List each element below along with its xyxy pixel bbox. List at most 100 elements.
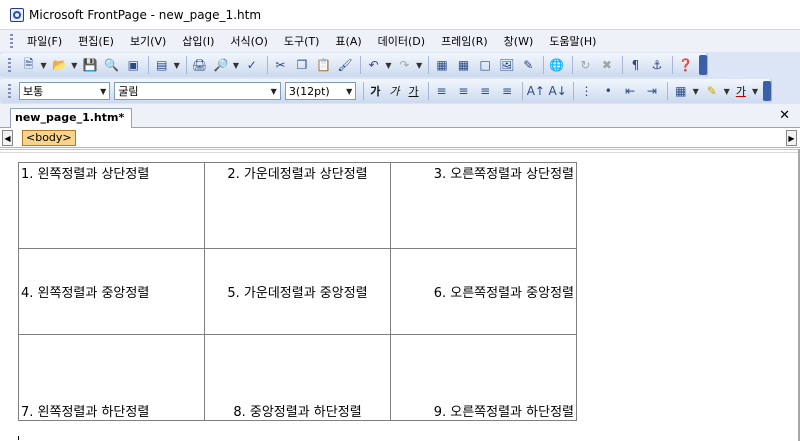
hyperlink-icon[interactable]: 🌐 [547,55,567,75]
bullet-list-icon[interactable]: • [598,81,618,101]
body-tag-selector[interactable]: <body> [22,130,76,146]
menu-window[interactable]: 창(W) [498,31,540,51]
open-dropdown-icon[interactable]: ▼ [71,61,77,70]
table-cell[interactable]: 1. 왼쪽정렬과 상단정렬 [18,162,205,249]
table-cell[interactable]: 9. 오른쪽정렬과 하단정렬 [390,334,577,421]
chevron-left-icon[interactable]: ◀ [2,130,13,146]
font-select[interactable]: 굴림 ▼ [114,82,281,100]
menu-insert[interactable]: 삽입(I) [176,31,220,51]
toolbar-grip-handle[interactable] [8,58,11,72]
toolbar-separator [671,56,673,74]
search-icon[interactable]: 🔍 [102,55,122,75]
table-row: 7. 왼쪽정렬과 하단정렬 8. 중앙정렬과 하단정렬 9. 오른쪽정렬과 하단… [18,334,577,421]
menu-tools[interactable]: 도구(T) [278,31,326,51]
alignment-table[interactable]: 1. 왼쪽정렬과 상단정렬 2. 가운데정렬과 상단정렬 3. 오른쪽정렬과 상… [18,162,577,421]
table-cell[interactable]: 2. 가운데정렬과 상단정렬 [204,162,391,249]
menu-edit[interactable]: 편집(E) [72,31,120,51]
window-title: Microsoft FrontPage - new_page_1.htm [29,7,262,22]
highlight-icon[interactable]: ✎ [702,81,722,101]
preview-icon[interactable]: 🔎 [211,55,231,75]
table-cell[interactable]: 3. 오른쪽정렬과 상단정렬 [390,162,577,249]
table-cell[interactable]: 5. 가운데정렬과 중앙정렬 [204,248,391,335]
font-color-button[interactable]: 가 [733,83,749,99]
font-color-dropdown-icon[interactable]: ▼ [752,87,758,96]
toolbar-grip-handle[interactable] [8,84,11,98]
font-size-select-value: 3(12pt) [288,84,330,98]
redo-dropdown-icon[interactable]: ▼ [416,61,422,70]
table-cell[interactable]: 6. 오른쪽정렬과 중앙정렬 [390,248,577,335]
menu-help[interactable]: 도움말(H) [543,31,602,51]
numbered-list-icon[interactable]: ⋮ [577,81,597,101]
design-view-editor[interactable]: 1. 왼쪽정렬과 상단정렬 2. 가운데정렬과 상단정렬 3. 오른쪽정렬과 상… [0,149,800,441]
new-page-icon[interactable]: 🗎 [19,55,39,75]
toolbar-separator [148,56,150,74]
print-icon[interactable]: 🖨 [190,55,210,75]
insert-picture-icon[interactable]: 🖼 [497,55,517,75]
quick-tag-bar: ◀ <body> ▶ [0,128,800,148]
underline-button[interactable]: 가 [406,83,422,99]
increase-font-icon[interactable]: A↑ [526,81,546,101]
align-right-icon[interactable]: ≡ [475,81,495,101]
table-cell[interactable]: 7. 왼쪽정렬과 하단정렬 [18,334,205,421]
frontpage-app-icon[interactable] [10,7,24,22]
table-cell[interactable]: 8. 중앙정렬과 하단정렬 [204,334,391,421]
new-dropdown-icon[interactable]: ▼ [41,61,47,70]
toolbar-separator [266,56,268,74]
stop-icon[interactable]: ✖ [597,55,617,75]
title-bar: Microsoft FrontPage - new_page_1.htm [0,0,800,30]
toolbar-options-icon[interactable] [699,55,708,75]
highlight-dropdown-icon[interactable]: ▼ [724,87,730,96]
redo-icon[interactable]: ↷ [395,55,415,75]
decrease-indent-icon[interactable]: ⇤ [620,81,640,101]
close-icon[interactable]: ✕ [779,108,790,123]
insert-table-icon[interactable]: ▦ [454,55,474,75]
font-size-select[interactable]: 3(12pt) ▼ [284,82,357,100]
show-formatting-icon[interactable]: ¶ [626,55,646,75]
increase-indent-icon[interactable]: ⇥ [642,81,662,101]
chevron-down-icon: ▼ [346,86,353,96]
italic-button[interactable]: 가 [386,83,402,99]
bold-button[interactable]: 가 [367,83,383,99]
justify-icon[interactable]: ≡ [497,81,517,101]
style-select[interactable]: 보통 ▼ [18,82,111,100]
undo-dropdown-icon[interactable]: ▼ [385,61,391,70]
menu-view[interactable]: 보기(V) [124,31,172,51]
borders-dropdown-icon[interactable]: ▼ [693,87,699,96]
menu-data[interactable]: 데이터(D) [372,31,431,51]
spelling-icon[interactable]: ✓ [242,55,262,75]
tab-new-page[interactable]: new_page_1.htm* [10,108,132,128]
help-icon[interactable]: ❓ [676,55,696,75]
formatting-toolbar-row: 보통 ▼ 굴림 ▼ 3(12pt) ▼ 가 가 가 ≡ ≡ ≡ ≡ A↑ A↓ … [0,78,800,104]
open-folder-icon[interactable]: 📂 [50,55,70,75]
pane-dropdown-icon[interactable]: ▼ [174,61,180,70]
table-cell[interactable]: 4. 왼쪽정렬과 중앙정렬 [18,248,205,335]
chevron-right-icon[interactable]: ▶ [786,130,797,146]
menu-grip-handle[interactable] [10,34,13,48]
publish-icon[interactable]: ▣ [124,55,144,75]
menu-format[interactable]: 서식(O) [224,31,273,51]
toolbar-options-icon[interactable] [763,81,772,101]
format-painter-icon[interactable]: 🖌 [335,55,355,75]
standard-toolbar-row: 🗎 ▼ 📂 ▼ 💾 🔍 ▣ ▤ ▼ 🖨 🔎 ▼ ✓ ✂ ❐ 📋 🖌 ↶ ▼ ↷ … [0,52,800,78]
undo-icon[interactable]: ↶ [364,55,384,75]
toolbar-separator [543,56,545,74]
preview-dropdown-icon[interactable]: ▼ [233,61,239,70]
menu-table[interactable]: 표(A) [329,31,367,51]
copy-icon[interactable]: ❐ [292,55,312,75]
drawing-icon[interactable]: ✎ [518,55,538,75]
toggle-pane-icon[interactable]: ▤ [152,55,172,75]
refresh-icon[interactable]: ↻ [576,55,596,75]
decrease-font-icon[interactable]: A↓ [548,81,568,101]
save-icon[interactable]: 💾 [80,55,100,75]
toolbar-separator [666,82,668,100]
paste-icon[interactable]: 📋 [314,55,334,75]
web-component-icon[interactable]: ▦ [432,55,452,75]
align-left-icon[interactable]: ≡ [432,81,452,101]
menu-file[interactable]: 파일(F) [21,31,68,51]
borders-icon[interactable]: ▦ [671,81,691,101]
align-center-icon[interactable]: ≡ [453,81,473,101]
cut-icon[interactable]: ✂ [271,55,291,75]
menu-frames[interactable]: 프레임(R) [435,31,494,51]
anchor-icon[interactable]: ⚓ [647,55,667,75]
insert-layer-icon[interactable]: □ [475,55,495,75]
